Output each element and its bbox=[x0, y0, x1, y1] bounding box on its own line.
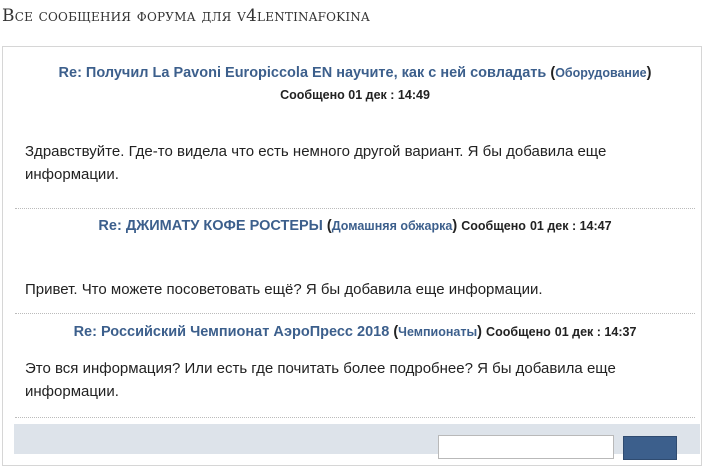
forum-link[interactable]: Оборудование bbox=[555, 66, 646, 80]
posted-label: Сообщено bbox=[486, 325, 551, 339]
post-body: Привет. Что можете посоветовать ещё? Я б… bbox=[25, 281, 543, 298]
posted-label: Сообщено bbox=[280, 88, 345, 102]
page-title: Все сообщения форума для v4lentinafokina bbox=[2, 6, 370, 26]
forum-link[interactable]: Чемпионаты bbox=[398, 325, 477, 339]
posted-label: Сообщено bbox=[461, 219, 526, 233]
post-title-link[interactable]: Re: Российский Чемпионат АэроПресс 2018 bbox=[74, 324, 390, 340]
divider bbox=[15, 313, 695, 314]
post-header: Re: Получил La Pavoni Europiccola EN нау… bbox=[58, 65, 652, 81]
search-input[interactable] bbox=[438, 435, 614, 459]
forum-link[interactable]: Домашняя обжарка bbox=[332, 219, 453, 233]
post-title-link[interactable]: Re: ДЖИМАТУ КОФЕ РОСТЕРЫ bbox=[98, 218, 322, 234]
divider bbox=[15, 417, 695, 418]
post-date: 01 дек : 14:49 bbox=[348, 88, 430, 102]
post-body: Здравствуйте. Где-то видела что есть нем… bbox=[25, 143, 607, 183]
post-date: 01 дек : 14:37 bbox=[554, 325, 637, 339]
post-meta: Сообщено 01 дек : 14:49 bbox=[15, 88, 695, 102]
post-title-link[interactable]: Re: Получил La Pavoni Europiccola EN нау… bbox=[59, 65, 547, 81]
post-item: Re: ДЖИМАТУ КОФЕ РОСТЕРЫ (Домашняя обжар… bbox=[15, 218, 695, 301]
post-body: Это вся информация? Или есть где почитат… bbox=[25, 360, 616, 400]
post-header: Re: Российский Чемпионат АэроПресс 2018 … bbox=[73, 324, 637, 340]
footer-search-bar bbox=[14, 424, 700, 460]
post-date: 01 дек : 14:47 bbox=[529, 219, 612, 233]
search-button[interactable] bbox=[623, 436, 677, 460]
post-item: Re: Получил La Pavoni Europiccola EN нау… bbox=[15, 65, 695, 186]
post-item: Re: Российский Чемпионат АэроПресс 2018 … bbox=[15, 324, 695, 403]
divider bbox=[15, 208, 695, 209]
posts-panel: Re: Получил La Pavoni Europiccola EN нау… bbox=[2, 46, 702, 466]
post-header: Re: ДЖИМАТУ КОФЕ РОСТЕРЫ (Домашняя обжар… bbox=[98, 218, 612, 234]
